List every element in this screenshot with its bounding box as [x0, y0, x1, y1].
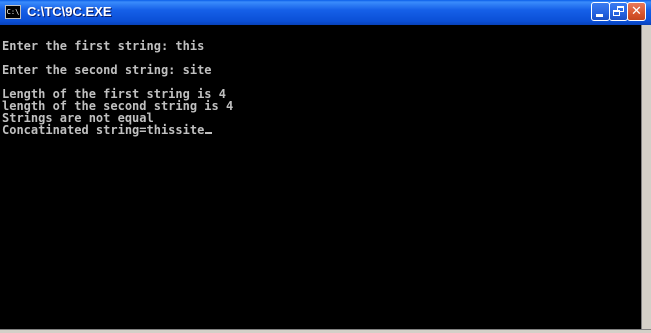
restore-button[interactable]: [609, 2, 628, 21]
close-icon: ✕: [631, 4, 642, 19]
console-line-last: Concatinated string=thissite: [2, 124, 233, 136]
console-client-area: Enter the first string: this Enter the s…: [0, 25, 651, 333]
window-title: C:\TC\9C.EXE: [27, 4, 112, 19]
console-line: Enter the first string: this: [2, 39, 205, 53]
console-text: Enter the first string: this Enter the s…: [2, 40, 233, 136]
console-window: C:\ C:\TC\9C.EXE ✕ Enter the first strin…: [0, 0, 651, 333]
console-output[interactable]: Enter the first string: this Enter the s…: [0, 25, 641, 329]
text-cursor: [205, 132, 213, 134]
restore-icon: [613, 6, 624, 17]
title-bar[interactable]: C:\ C:\TC\9C.EXE ✕: [0, 0, 651, 25]
console-app-icon[interactable]: C:\: [5, 5, 21, 19]
window-bottom-border: [0, 329, 651, 333]
minimize-button[interactable]: [591, 2, 610, 21]
close-button[interactable]: ✕: [627, 2, 646, 21]
console-line: Enter the second string: site: [2, 63, 212, 77]
console-last-text: Concatinated string=thissite: [2, 123, 205, 137]
vertical-scrollbar[interactable]: [641, 25, 651, 329]
minimize-icon: [596, 14, 603, 17]
